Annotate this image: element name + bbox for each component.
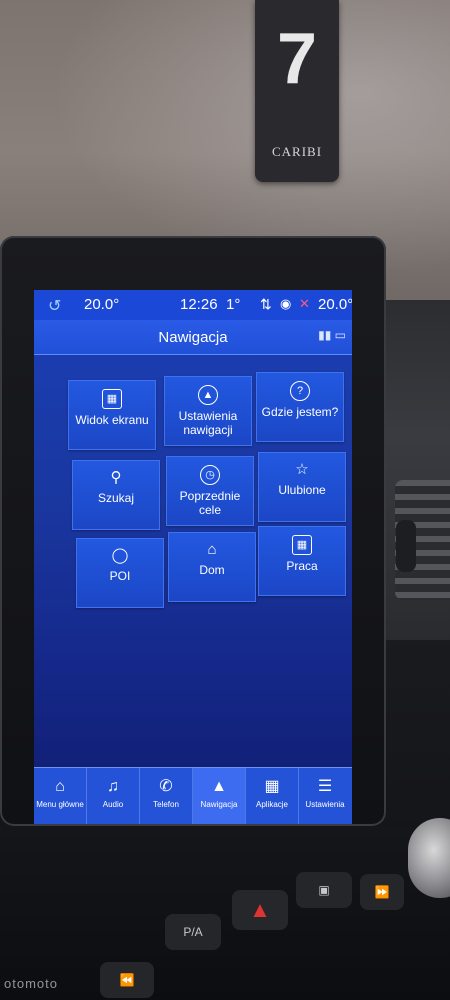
next-track-button[interactable]: ⏩ [360,874,404,910]
tab-navigation[interactable]: ▲ Nawigacja [193,768,246,824]
page-title: Nawigacja [158,329,228,346]
tile-label: Dom [199,563,225,577]
tile-where-am-i[interactable]: ? Gdzie jestem? [256,372,344,442]
center-console [0,826,450,1000]
tab-settings[interactable]: ☰ Ustawienia [299,768,351,824]
tab-label: Telefon [153,800,179,809]
bottom-tab-bar: ⌂ Menu główne ♫ Audio ✆ Telefon ▲ Nawiga… [34,767,352,824]
connection-status-icons: ▮▮ ▭ [318,328,346,342]
music-icon: ♫ [107,778,119,795]
parking-badge: 7 CARIBI [255,0,339,182]
tab-main-menu[interactable]: ⌂ Menu główne [34,768,87,824]
tile-label: Ulubione [278,483,326,497]
previous-track-button[interactable]: ⏪ [100,962,154,998]
tile-search[interactable]: ⚲ Szukaj [72,460,160,530]
wifi-icon: ◉ [280,296,292,311]
settings-sliders-icon: ☰ [317,778,333,795]
tab-label: Menu główne [36,800,84,809]
tile-screen-view[interactable]: ▦ Widok ekranu [68,380,156,450]
infotainment-screen: ↺ 20.0° 12:26 1° ⇅ ◉ ✕ 20.0° Nawigacja ▮… [34,290,352,824]
home-icon: ⌂ [207,541,217,558]
phone-icon: ✆ [159,778,173,795]
tile-work[interactable]: ▦ Praca [258,526,346,596]
sync-icon: ⇅ [260,296,272,312]
tile-label: Praca [286,559,318,573]
tab-label: Nawigacja [200,800,238,809]
tile-label: Ustawienia nawigacji [178,409,238,437]
park-assist-button[interactable]: P/A [165,914,221,950]
navigation-arrow-icon: ▲ [198,385,218,405]
tile-previous-destinations[interactable]: ◷ Poprzednie cele [166,456,254,526]
watermark: otomoto [4,976,58,991]
building-icon: ▦ [292,535,312,555]
camera-button[interactable]: ▣ [296,872,352,908]
header-bar: Nawigacja ▮▮ ▭ [34,320,352,355]
history-icon: ◷ [200,465,220,485]
vent-knob[interactable] [396,520,416,572]
tab-apps[interactable]: ▦ Aplikacje [246,768,299,824]
hazard-button[interactable]: ▲ [232,890,288,930]
tab-label: Aplikacje [255,800,288,809]
tile-poi[interactable]: ◯ POI [76,538,164,608]
driver-temperature[interactable]: 20.0° [84,296,119,313]
question-icon: ? [290,381,310,401]
tab-label: Audio [102,800,124,809]
search-icon: ⚲ [110,469,122,486]
tile-label: Gdzie jestem? [261,405,339,419]
tile-favorites[interactable]: ☆ Ulubione [258,452,346,522]
tile-label: Widok ekranu [75,413,149,427]
location-pin-icon: ◯ [111,547,129,564]
tab-audio[interactable]: ♫ Audio [87,768,140,824]
tab-phone[interactable]: ✆ Telefon [140,768,193,824]
tile-label: Poprzednie cele [179,489,241,517]
clock: 12:26 [180,296,218,313]
climate-off-icon: ✕ [299,296,310,311]
passenger-temperature[interactable]: 20.0° [318,296,352,313]
tile-label: POI [109,569,131,583]
tile-navigation-settings[interactable]: ▲ Ustawienia nawigacji [164,376,252,446]
tile-label: Szukaj [97,491,135,505]
tab-label: Ustawienia [305,800,345,809]
badge-brand: CARIBI [271,144,323,159]
status-bar: ↺ 20.0° 12:26 1° ⇅ ◉ ✕ 20.0° [34,290,352,320]
navigation-arrow-icon: ▲ [211,778,227,795]
star-icon: ☆ [295,461,309,478]
home-icon: ⌂ [55,778,65,795]
volume-knob[interactable] [408,818,450,898]
screen-view-icon: ▦ [102,389,122,409]
outside-temperature: 1° [226,296,241,313]
tile-home[interactable]: ⌂ Dom [168,532,256,602]
badge-number: 7 [276,19,318,99]
apps-grid-icon: ▦ [264,778,280,795]
back-arrow-icon[interactable]: ↺ [48,296,61,316]
